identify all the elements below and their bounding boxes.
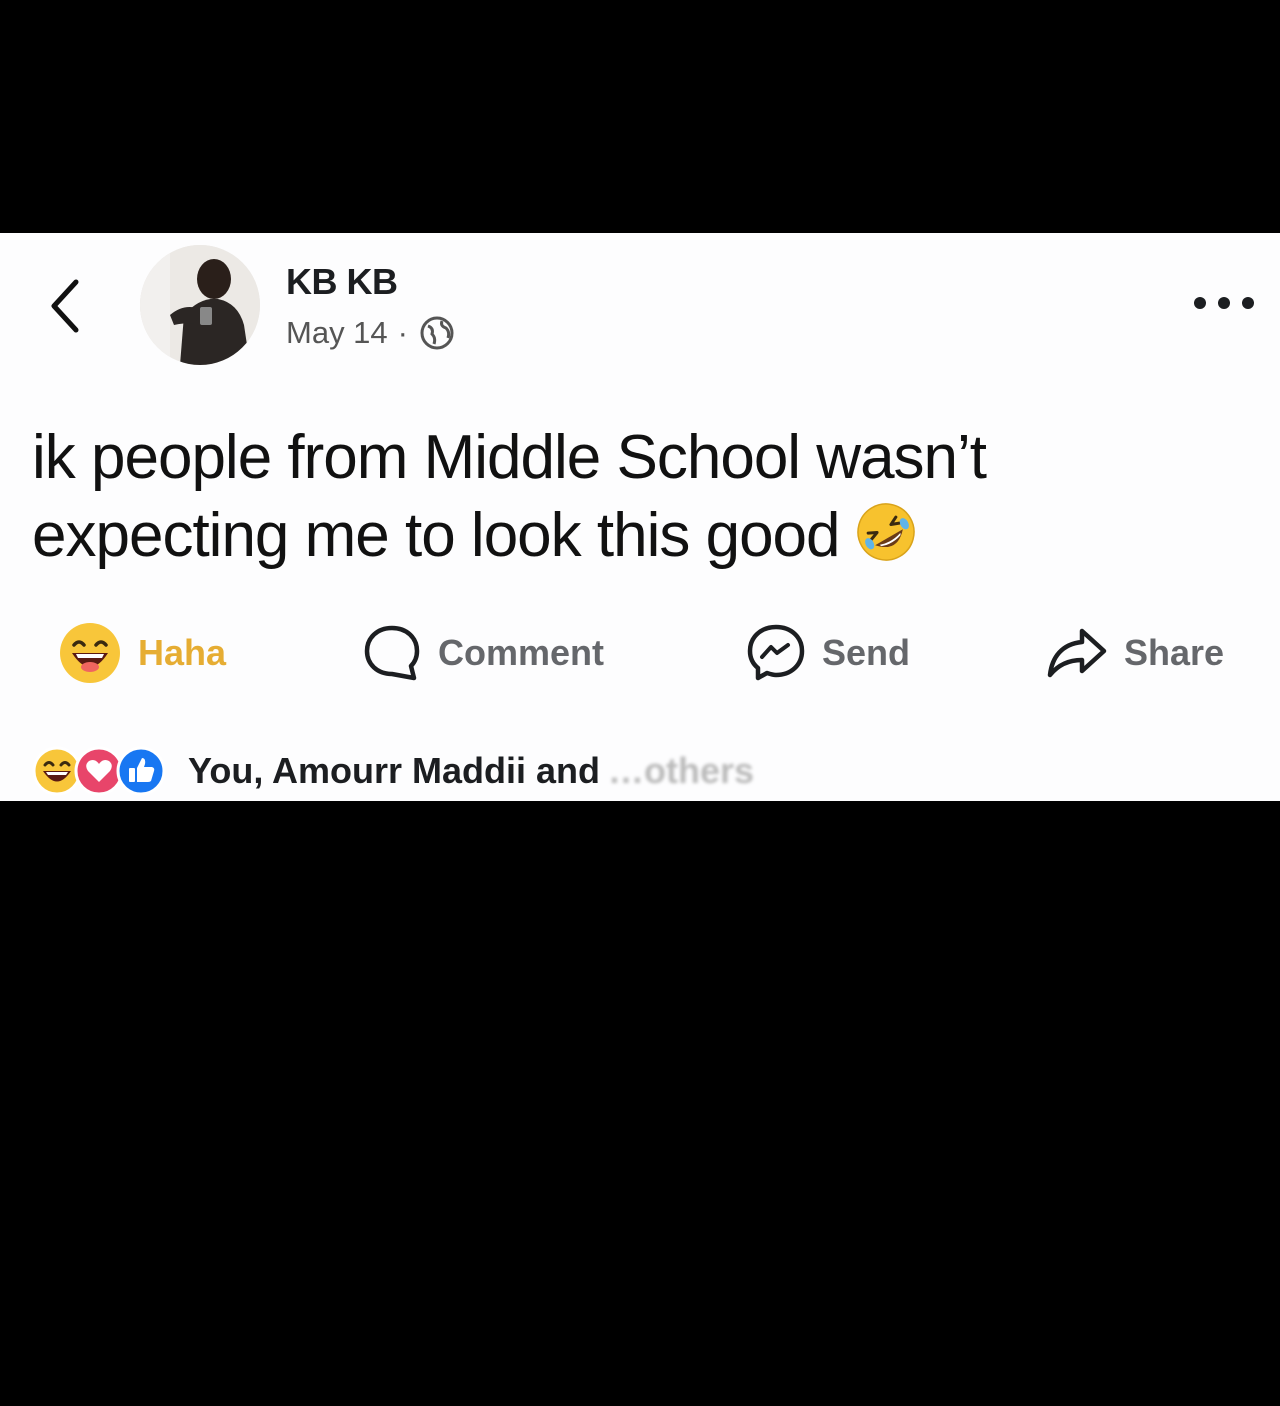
more-dot-icon bbox=[1194, 297, 1206, 309]
post-text: ik people from Middle School wasn’t expe… bbox=[32, 419, 1232, 575]
avatar-photo bbox=[140, 245, 260, 365]
more-dot-icon bbox=[1242, 297, 1254, 309]
send-button[interactable]: Send bbox=[746, 621, 910, 685]
comment-label: Comment bbox=[438, 632, 605, 673]
share-arrow-icon bbox=[1047, 628, 1107, 678]
globe-icon bbox=[420, 316, 454, 350]
back-button[interactable] bbox=[40, 271, 90, 341]
post-card: KB KB May 14 · ik people from Middle Sch… bbox=[0, 233, 1280, 801]
share-button[interactable]: Share bbox=[1046, 621, 1224, 685]
haha-label: Haha bbox=[138, 632, 227, 673]
comment-button[interactable]: Comment bbox=[362, 621, 604, 685]
post-date[interactable]: May 14 bbox=[286, 315, 388, 351]
messenger-icon bbox=[747, 624, 805, 681]
more-dot-icon bbox=[1218, 297, 1230, 309]
author-name[interactable]: KB KB bbox=[286, 261, 398, 303]
post-text-content: ik people from Middle School wasn’t expe… bbox=[32, 423, 987, 570]
reaction-icons bbox=[32, 746, 166, 796]
meta-separator: · bbox=[397, 315, 408, 350]
chevron-left-icon bbox=[51, 279, 79, 333]
reaction-count-obscured: …others bbox=[608, 750, 755, 791]
post-meta: May 14 · bbox=[286, 315, 454, 351]
share-label: Share bbox=[1124, 632, 1225, 673]
comment-icon bbox=[364, 625, 420, 681]
reaction-summary-text: You, Amourr Maddii and bbox=[188, 750, 600, 791]
rolling-laughing-emoji-icon bbox=[856, 503, 915, 561]
more-options-button[interactable] bbox=[1194, 289, 1254, 317]
send-label: Send bbox=[822, 632, 911, 673]
like-icon bbox=[116, 746, 166, 796]
reactions-summary[interactable]: You, Amourr Maddii and …others bbox=[32, 743, 754, 799]
avatar[interactable] bbox=[140, 245, 260, 365]
haha-icon bbox=[60, 623, 120, 683]
haha-reaction-button[interactable]: Haha bbox=[58, 621, 226, 685]
